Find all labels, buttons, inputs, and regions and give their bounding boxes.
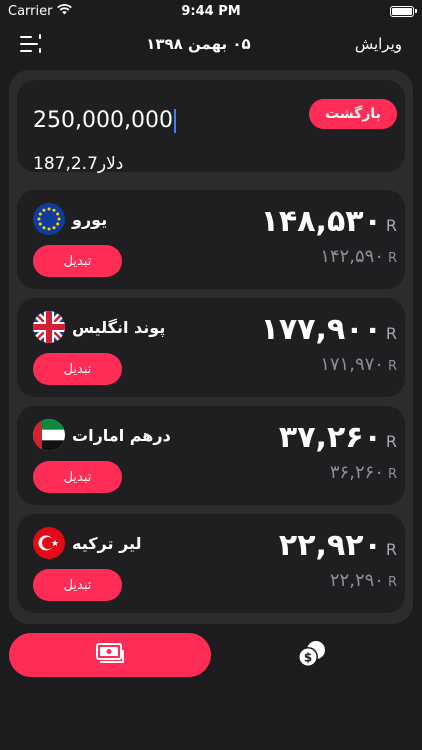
rial-unit: R: [387, 359, 397, 374]
currency-name: لیر ترکیه: [72, 534, 142, 553]
price-sub: ۱۷۱,۹۷۰ R: [320, 354, 397, 375]
rial-unit: R: [387, 251, 397, 266]
dollar-equivalent: 187,2.7دلار: [33, 154, 124, 174]
uae-flag-icon: [33, 419, 65, 451]
buy-price: ۳۶,۲۶۰: [329, 462, 384, 483]
buy-price: ۲۲,۲۹۰: [329, 570, 384, 591]
uk-flag-icon: [33, 311, 65, 343]
price-main: ۳۷,۲۶۰ R: [279, 420, 397, 455]
back-button[interactable]: بازگشت: [309, 99, 397, 129]
convert-button[interactable]: تبدیل: [33, 245, 122, 277]
sell-price: ۱۴۸,۵۳۰: [260, 204, 382, 239]
amount-input[interactable]: 250,000,000: [33, 108, 176, 133]
price-main: ۱۴۸,۵۳۰ R: [261, 204, 397, 239]
price-main: ۱۷۷,۹۰۰ R: [261, 312, 397, 347]
status-time: 9:44 PM: [181, 3, 241, 19]
text-caret: [173, 109, 176, 133]
rial-unit: R: [387, 575, 397, 590]
turkey-flag-icon: [33, 527, 65, 559]
eu-flag-icon: [33, 203, 65, 235]
currency-card-try[interactable]: لیر ترکیه تبدیل ۲۲,۹۲۰ R ۲۲,۲۹۰ R: [17, 514, 405, 613]
menu-icon[interactable]: [20, 34, 42, 54]
nav-bar: ۰۵ بهمن ۱۳۹۸ ویرایش: [0, 24, 422, 64]
tab-banknote[interactable]: [9, 633, 211, 677]
currency-card-euro[interactable]: یورو تبدیل ۱۴۸,۵۳۰ R ۱۴۲,۵۹۰ R: [17, 190, 405, 289]
price-sub: ۱۴۲,۵۹۰ R: [320, 246, 397, 267]
sell-price: ۲۲,۹۲۰: [278, 528, 382, 563]
buy-price: ۱۷۱,۹۷۰: [320, 354, 384, 375]
price-main: ۲۲,۹۲۰ R: [279, 528, 397, 563]
currency-name: یورو: [72, 210, 108, 229]
price-sub: ۳۶,۲۶۰ R: [330, 462, 397, 483]
rial-unit: R: [385, 432, 397, 451]
converter-card: 250,000,000 187,2.7دلار بازگشت: [17, 80, 405, 174]
rial-unit: R: [387, 467, 397, 482]
battery-icon: [390, 5, 417, 17]
rial-unit: R: [385, 540, 397, 559]
tab-coins[interactable]: $: [296, 640, 328, 672]
currency-name: پوند انگلیس: [72, 318, 166, 337]
currency-card-aed[interactable]: درهم امارات تبدیل ۳۷,۲۶۰ R ۳۶,۲۶۰ R: [17, 406, 405, 505]
convert-button[interactable]: تبدیل: [33, 461, 122, 493]
sell-price: ۱۷۷,۹۰۰: [260, 312, 382, 347]
svg-text:$: $: [304, 651, 312, 665]
convert-button[interactable]: تبدیل: [33, 353, 122, 385]
price-sub: ۲۲,۲۹۰ R: [330, 570, 397, 591]
currency-name: درهم امارات: [72, 426, 171, 445]
coins-icon: $: [297, 639, 327, 673]
rial-unit: R: [385, 324, 397, 343]
banknote-icon: [96, 642, 124, 668]
buy-price: ۱۴۲,۵۹۰: [320, 246, 384, 267]
main-panel: 250,000,000 187,2.7دلار بازگشت یورو تبدی…: [9, 70, 413, 624]
status-bar: Carrier 9:44 PM: [0, 0, 422, 22]
sell-price: ۳۷,۲۶۰: [278, 420, 382, 455]
rial-unit: R: [385, 216, 397, 235]
convert-button[interactable]: تبدیل: [33, 569, 122, 601]
amount-value: 250,000,000: [33, 108, 173, 133]
page-title: ۰۵ بهمن ۱۳۹۸: [146, 35, 251, 53]
edit-button[interactable]: ویرایش: [355, 35, 402, 53]
currency-card-gbp[interactable]: پوند انگلیس تبدیل ۱۷۷,۹۰۰ R ۱۷۱,۹۷۰ R: [17, 298, 405, 397]
